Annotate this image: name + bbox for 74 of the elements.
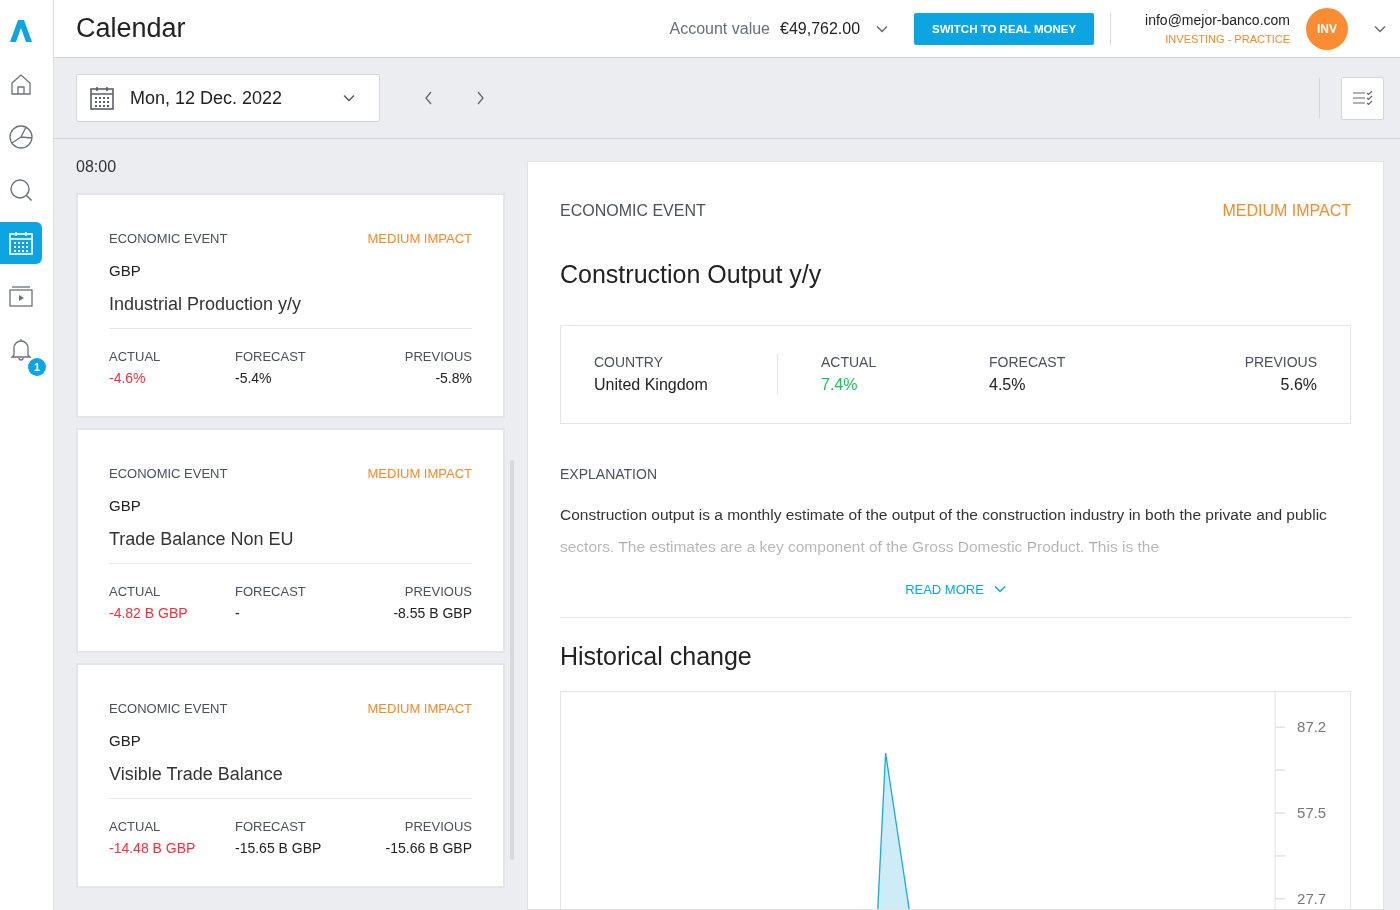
figure-value: - xyxy=(235,605,241,621)
account-value: €49,762.00 xyxy=(780,19,861,38)
event-name: Trade Balance Non EU xyxy=(109,529,472,564)
checklist-icon xyxy=(1352,91,1373,105)
figure-value: -15.66 B GBP xyxy=(385,840,472,856)
currency-label: GBP xyxy=(109,497,142,514)
page-title: Calendar xyxy=(76,13,187,44)
pie-chart-icon xyxy=(8,124,34,150)
chevron-right-icon xyxy=(475,91,485,105)
currency-label: GBP xyxy=(109,262,142,279)
figure-label: PREVIOUS xyxy=(403,819,472,834)
notification-badge: 1 xyxy=(28,358,46,376)
figure-label: PREVIOUS xyxy=(403,584,472,599)
caret-icon xyxy=(993,585,1006,593)
logo-icon xyxy=(8,18,34,44)
fact-value: 5.6% xyxy=(1280,376,1317,394)
fact-value: 7.4% xyxy=(821,376,859,394)
date-picker[interactable]: Mon, 12 Dec. 2022 xyxy=(76,74,380,122)
figure-value: -5.8% xyxy=(434,370,472,386)
event-type: ECONOMIC EVENT xyxy=(109,231,228,246)
fact-label: PREVIOUS xyxy=(1244,354,1317,370)
figure-label: ACTUAL xyxy=(109,349,162,364)
fact-label: FORECAST xyxy=(989,354,1067,370)
checklist-button[interactable] xyxy=(1341,76,1384,120)
figure-value: -5.4% xyxy=(235,370,273,386)
bell-icon xyxy=(8,336,34,362)
event-card[interactable]: ECONOMIC EVENT MEDIUM IMPACT GBP Industrial Production y/y ACTUAL FORECAST PREVIOUS -4.6% -5.4% -5.8% xyxy=(76,193,505,418)
fact-value: 4.5% xyxy=(989,376,1027,394)
event-card[interactable]: ECONOMIC EVENT MEDIUM IMPACT GBP Visible Trade Balance ACTUAL FORECAST PREVIOUS -14.48 B GBP -15.65 B GBP -15.66 B GBP xyxy=(76,663,505,888)
search-icon xyxy=(8,177,34,203)
figure-label: PREVIOUS xyxy=(404,349,472,364)
fact-label: ACTUAL xyxy=(821,354,878,370)
calendar-icon xyxy=(8,230,34,256)
event-type: ECONOMIC EVENT xyxy=(109,701,228,716)
caret-icon xyxy=(343,94,355,102)
figure-value: -4.6% xyxy=(109,370,147,386)
fact-label: COUNTRY xyxy=(594,354,664,370)
nav-button[interactable] xyxy=(0,222,42,264)
figure-value: -15.65 B GBP xyxy=(235,840,323,856)
currency-label: GBP xyxy=(109,732,142,749)
calendar-icon xyxy=(89,85,115,111)
account-mode: INVESTING - PRACTICE xyxy=(1165,33,1290,45)
impact-label: MEDIUM IMPACT xyxy=(367,466,472,481)
fact-value: United Kingdom xyxy=(594,376,709,394)
event-name: Industrial Production y/y xyxy=(109,294,472,329)
figure-label: ACTUAL xyxy=(109,584,162,599)
figure-label: FORECAST xyxy=(235,584,307,599)
caret-icon xyxy=(876,24,889,33)
event-title: Construction Output y/y xyxy=(560,260,823,289)
y-axis-label: 87.2 xyxy=(1297,717,1327,735)
impact-label: MEDIUM IMPACT xyxy=(367,231,472,246)
user-email: info@mejor-banco.com xyxy=(1145,12,1290,28)
impact-label: MEDIUM IMPACT xyxy=(1222,202,1351,220)
section-title: Historical change xyxy=(560,641,753,671)
event-type: ECONOMIC EVENT xyxy=(109,466,228,481)
y-axis-label: 57.5 xyxy=(1297,803,1327,821)
chevron-left-icon xyxy=(423,91,433,105)
account-label: Account value xyxy=(669,19,770,38)
figure-value: -4.82 B GBP xyxy=(109,605,189,621)
figure-label: ACTUAL xyxy=(109,819,162,834)
impact-label: MEDIUM IMPACT xyxy=(367,701,472,716)
figure-label: FORECAST xyxy=(235,349,307,364)
event-card[interactable]: ECONOMIC EVENT MEDIUM IMPACT GBP Trade Balance Non EU ACTUAL FORECAST PREVIOUS -4.82 B GBP - -8.55 B GBP xyxy=(76,428,505,653)
event-name: Visible Trade Balance xyxy=(109,764,472,799)
figure-value: -14.48 B GBP xyxy=(109,840,197,856)
figure-label: FORECAST xyxy=(235,819,307,834)
explanation-text: Construction output is a monthly estimate of the output of the construction industry in both the private and public sectors. The estimates are a key component of the Gross Domestic Product. This is the xyxy=(560,505,1328,557)
caret-icon xyxy=(1374,24,1386,33)
time-label: 08:00 xyxy=(76,157,118,177)
video-icon xyxy=(8,283,34,309)
section-heading: EXPLANATION xyxy=(560,466,658,482)
event-type: ECONOMIC EVENT xyxy=(560,202,706,220)
figure-value: -8.55 B GBP xyxy=(393,605,472,621)
y-axis-label: 27.7 xyxy=(1297,889,1327,907)
